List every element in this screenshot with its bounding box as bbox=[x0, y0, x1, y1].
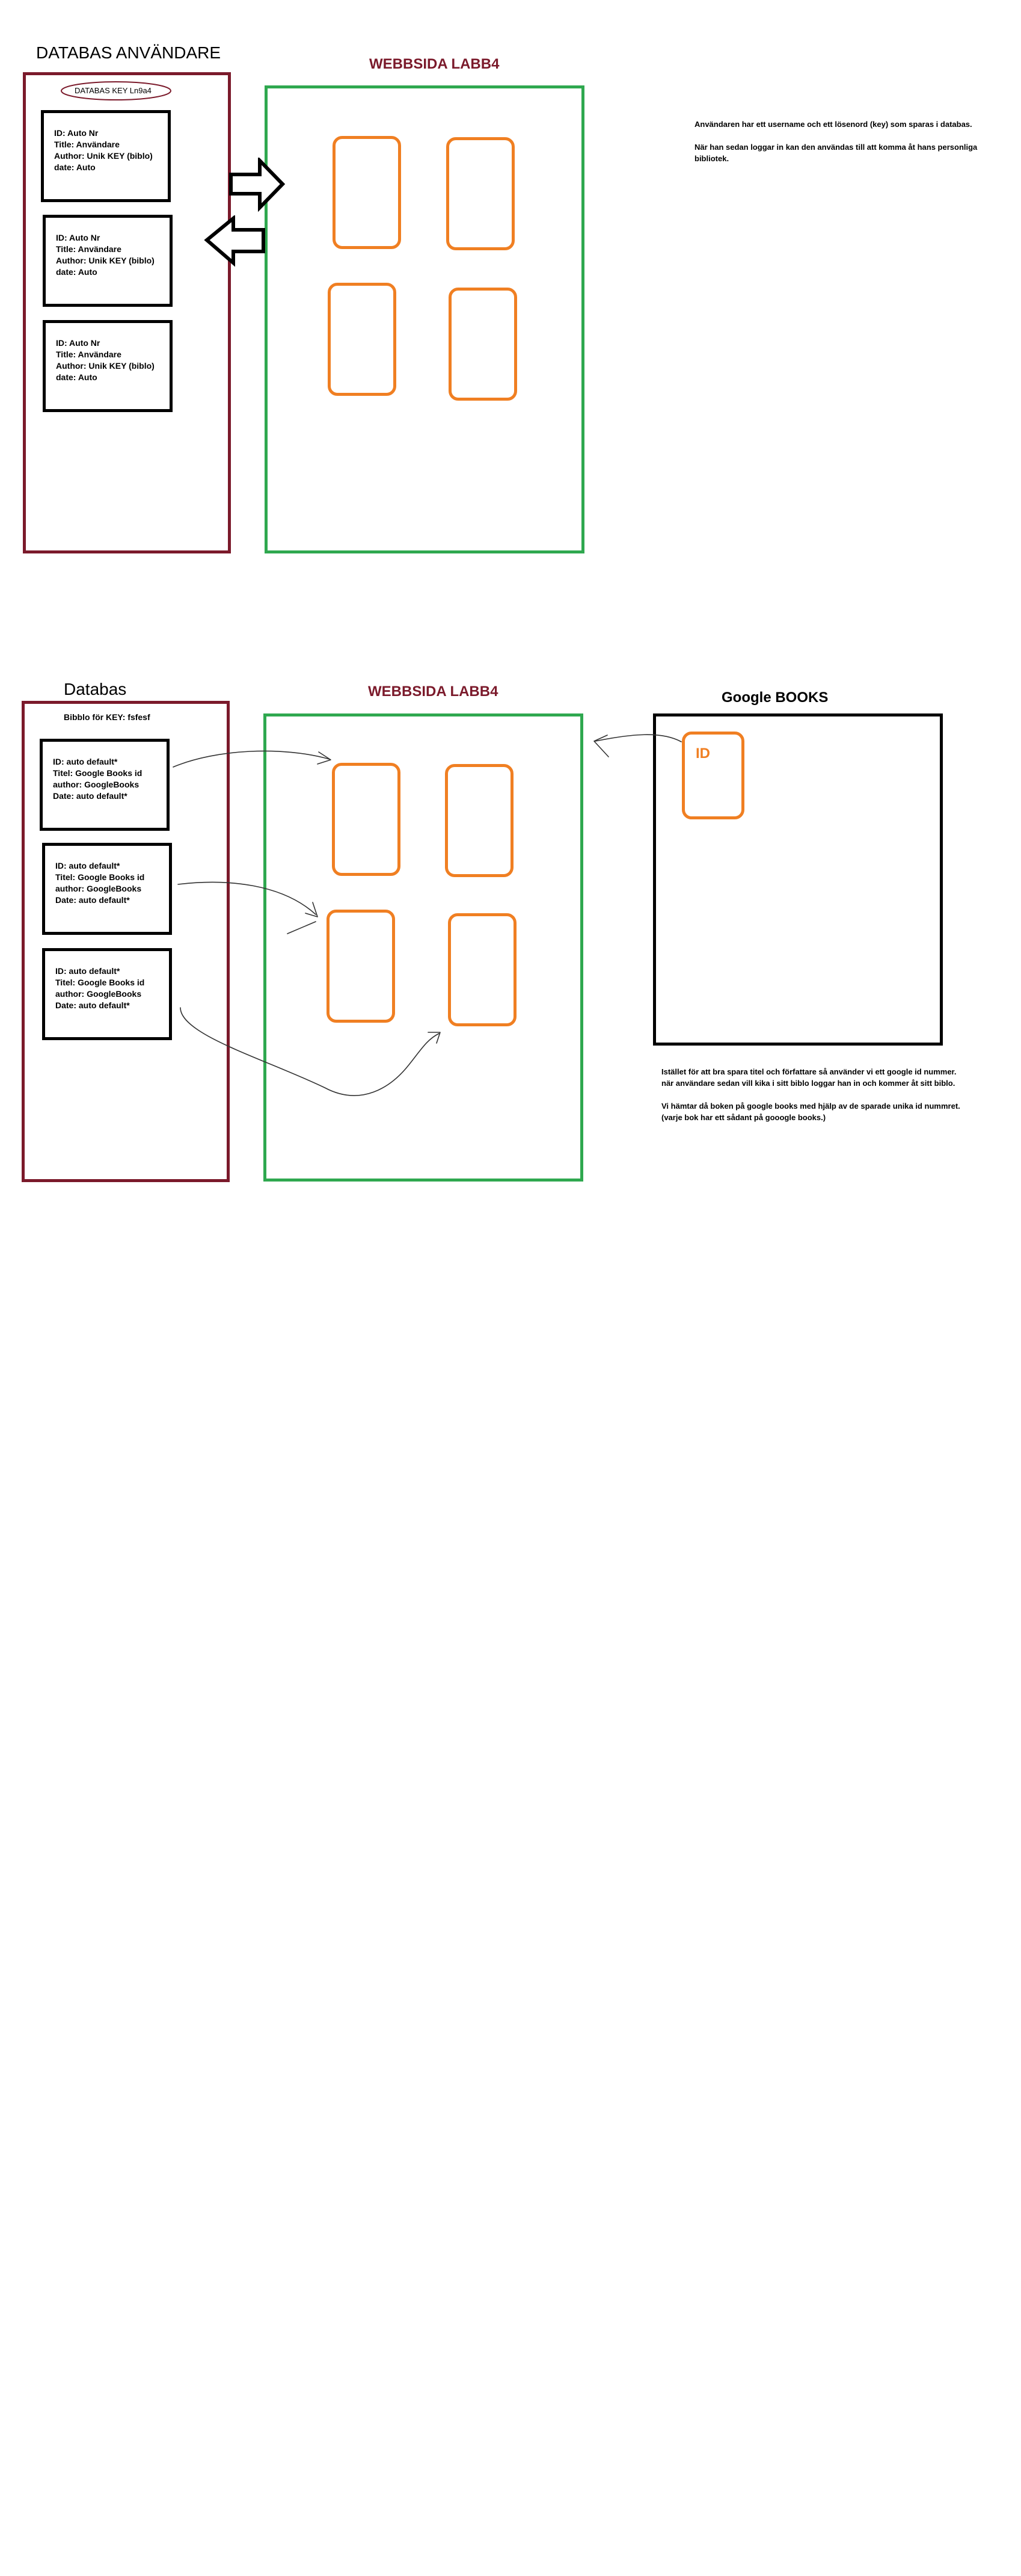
section1-note: Användaren har ett username och ett löse… bbox=[694, 119, 1007, 176]
section1-webpage-panel bbox=[265, 85, 584, 553]
record-id: ID: Auto Nr bbox=[56, 338, 100, 348]
section1-database-title: DATABAS ANVÄNDARE bbox=[36, 43, 221, 62]
section2-note: Istället för att bra spara titel och för… bbox=[661, 1066, 962, 1135]
record-title: Titel: Google Books id bbox=[55, 872, 145, 882]
record-date: date: Auto bbox=[54, 162, 96, 172]
google-book-card: ID bbox=[682, 732, 744, 819]
record-date: Date: auto default* bbox=[55, 895, 130, 905]
arrowhead bbox=[593, 735, 609, 757]
note-paragraph: Användaren har ett username och ett löse… bbox=[694, 120, 972, 129]
book-card bbox=[333, 136, 401, 249]
section2-database-subtitle: Bibblo för KEY: fsfesf bbox=[64, 712, 150, 722]
book-card bbox=[445, 764, 514, 877]
record-author: Author: Unik KEY (biblo) bbox=[56, 256, 155, 265]
record-date: date: Auto bbox=[56, 267, 97, 277]
section2-database-title: Databas bbox=[64, 680, 127, 698]
record-date: Date: auto default* bbox=[53, 791, 127, 801]
record-id: ID: auto default* bbox=[55, 966, 120, 976]
record-title: Title: Användare bbox=[56, 244, 121, 254]
record-author: author: GoogleBooks bbox=[55, 884, 142, 893]
book-record-3: ID: auto default* Titel: Google Books id… bbox=[42, 948, 172, 1040]
note-paragraph: Vi hämtar då boken på google books med h… bbox=[661, 1102, 960, 1122]
book-record-1: ID: auto default* Titel: Google Books id… bbox=[40, 739, 170, 831]
db-key-label: DATABAS KEY Ln9a4 bbox=[75, 86, 152, 95]
record-title: Titel: Google Books id bbox=[53, 768, 143, 778]
section2-webpage-panel bbox=[263, 713, 583, 1182]
book-card bbox=[449, 288, 517, 401]
book-card bbox=[448, 913, 517, 1026]
user-record-3: ID: Auto Nr Title: Användare Author: Uni… bbox=[43, 320, 173, 412]
user-record-2: ID: Auto Nr Title: Användare Author: Uni… bbox=[43, 215, 173, 307]
record-title: Title: Användare bbox=[54, 140, 120, 149]
note-paragraph: Istället för att bra spara titel och för… bbox=[661, 1067, 957, 1088]
note-paragraph: När han sedan loggar in kan den användas… bbox=[694, 143, 978, 163]
book-card bbox=[328, 283, 396, 396]
record-id: ID: auto default* bbox=[55, 861, 120, 870]
book-record-2: ID: auto default* Titel: Google Books id… bbox=[42, 843, 172, 935]
book-card bbox=[446, 137, 515, 250]
google-books-title: Google BOOKS bbox=[722, 689, 829, 706]
arrow-left-icon bbox=[204, 215, 265, 267]
record-id: ID: Auto Nr bbox=[54, 128, 99, 138]
record-author: author: GoogleBooks bbox=[53, 780, 140, 789]
record-id: ID: Auto Nr bbox=[56, 233, 100, 242]
record-author: author: GoogleBooks bbox=[55, 989, 142, 999]
section1-webpage-title: WEBBSIDA LABB4 bbox=[369, 56, 500, 72]
record-id: ID: auto default* bbox=[53, 757, 118, 766]
record-title: Title: Användare bbox=[56, 350, 121, 359]
record-author: Author: Unik KEY (biblo) bbox=[54, 151, 153, 161]
record-title: Titel: Google Books id bbox=[55, 978, 145, 987]
record-date: Date: auto default* bbox=[55, 1000, 130, 1010]
record-date: date: Auto bbox=[56, 372, 97, 382]
google-book-id-label: ID bbox=[696, 745, 710, 762]
arrow-right-icon bbox=[229, 158, 286, 212]
user-record-1: ID: Auto Nr Title: Användare Author: Uni… bbox=[41, 110, 171, 202]
book-card bbox=[332, 763, 400, 876]
book-card bbox=[327, 910, 395, 1023]
section2-webpage-title: WEBBSIDA LABB4 bbox=[368, 683, 498, 700]
record-author: Author: Unik KEY (biblo) bbox=[56, 361, 155, 371]
